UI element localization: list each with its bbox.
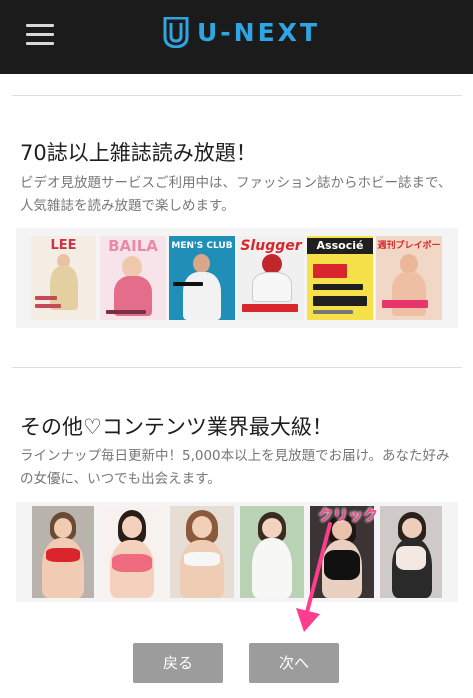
actress-photo[interactable] bbox=[32, 506, 94, 598]
magazine-section-description: ビデオ見放題サービスご利用中は、ファッション誌からホビー誌まで、人気雑誌を読み放… bbox=[20, 175, 452, 214]
actress-photo[interactable] bbox=[100, 506, 164, 598]
magazine-masthead: Associé bbox=[307, 238, 373, 254]
actress-photo[interactable] bbox=[380, 506, 442, 598]
magazine-section-title: 70誌以上雑誌読み放題！ bbox=[20, 141, 257, 165]
actress-photo[interactable] bbox=[170, 506, 234, 598]
magazine-cover-playboy[interactable]: 週刊プレイボーイ bbox=[376, 236, 442, 320]
magazine-masthead: BAILA bbox=[108, 237, 158, 255]
back-button[interactable]: 戻る bbox=[133, 643, 223, 683]
magazine-cover-associe[interactable]: Associé bbox=[307, 236, 373, 320]
magazine-cover-baila[interactable]: BAILA bbox=[100, 236, 166, 320]
magazine-cover-strip: LEE BAILA MEN'S CLUB Slugger Associé 週刊プ… bbox=[16, 228, 458, 328]
magazine-cover-mens-club[interactable]: MEN'S CLUB bbox=[169, 236, 235, 320]
next-button[interactable]: 次へ bbox=[249, 643, 339, 683]
click-annotation-arrow-icon bbox=[296, 522, 332, 632]
logo-text: U-NEXT bbox=[197, 17, 321, 47]
hamburger-menu-icon[interactable] bbox=[26, 24, 54, 46]
content-section-title: その他♡コンテンツ業界最大級！ bbox=[20, 415, 333, 439]
magazine-masthead: MEN'S CLUB bbox=[171, 241, 233, 251]
magazine-cover-lee[interactable]: LEE bbox=[31, 236, 96, 320]
magazine-masthead: Slugger bbox=[240, 238, 302, 254]
divider bbox=[12, 367, 462, 368]
app-logo[interactable]: U-NEXT bbox=[163, 15, 320, 49]
content-section-description: ラインナップ毎日更新中！5,000本以上を見放題でお届け。あなた好みの女優に、い… bbox=[20, 448, 450, 487]
magazine-masthead: LEE bbox=[50, 238, 77, 253]
magazine-cover-slugger[interactable]: Slugger bbox=[238, 236, 304, 320]
divider bbox=[12, 95, 462, 96]
actress-photo-strip bbox=[16, 502, 458, 602]
top-bar: U-NEXT bbox=[0, 0, 473, 74]
u-next-shield-icon bbox=[163, 16, 189, 48]
